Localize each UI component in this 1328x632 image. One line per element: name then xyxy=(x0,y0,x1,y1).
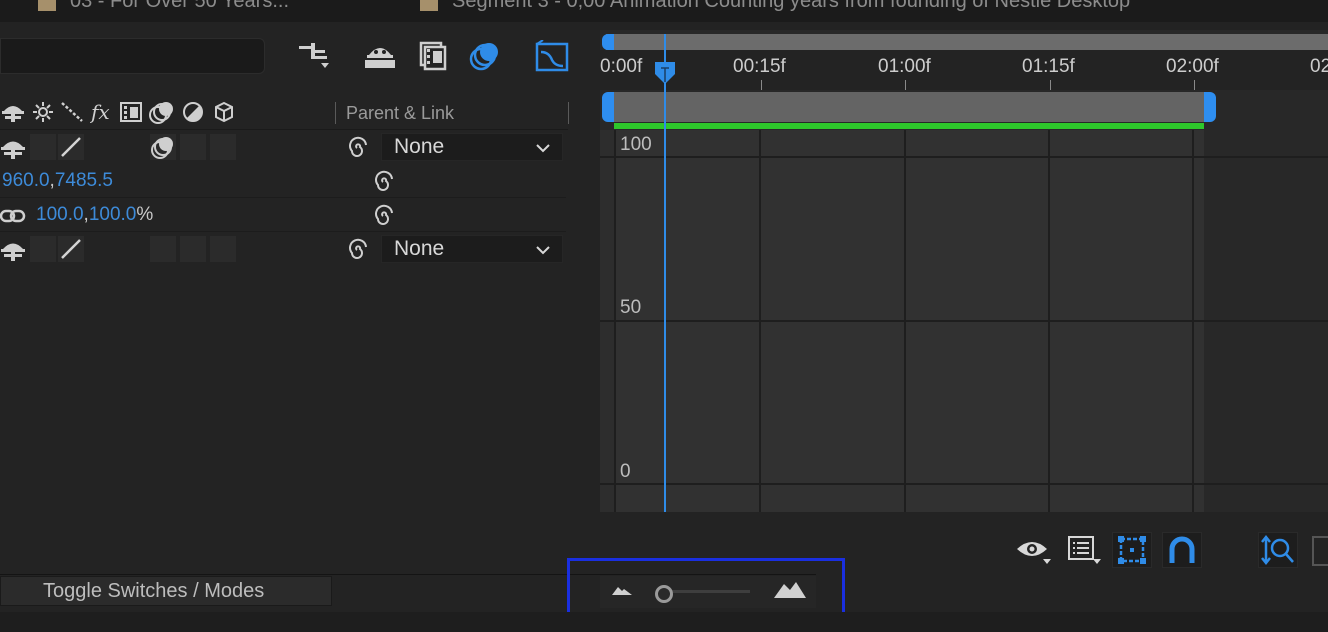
comp-tab-1-label: 03 - For Over 50 Years... xyxy=(70,0,289,12)
parent-dropdown[interactable]: None xyxy=(381,133,563,161)
layer-search-input[interactable] xyxy=(0,38,265,74)
switch-cell[interactable] xyxy=(30,236,56,262)
comp-tab-bar: 03 - For Over 50 Years... Segment 3 - 0,… xyxy=(0,0,1328,22)
ruler-tick-mark xyxy=(1050,80,1051,90)
shy-column-icon xyxy=(0,100,26,124)
switch-cell[interactable] xyxy=(180,134,206,160)
motion-blur-column-icon xyxy=(148,100,176,124)
layer-in-point-handle[interactable] xyxy=(602,92,614,122)
position-x-value[interactable]: 960.0 xyxy=(2,170,50,192)
quality-icon xyxy=(60,100,84,124)
ruler-tick-mark xyxy=(1194,80,1195,90)
current-time-indicator-line[interactable] xyxy=(664,34,666,512)
svg-text:fx: fx xyxy=(90,101,110,123)
ruler-tick-label: 02 xyxy=(1310,56,1328,77)
ruler-tick-label: 01:00f xyxy=(878,56,931,77)
scale-value[interactable]: 100.0 , 100.0 % xyxy=(36,204,153,226)
scale-x-value[interactable]: 100.0 xyxy=(36,204,84,226)
switch-cell[interactable] xyxy=(150,236,176,262)
parent-dropdown-value: None xyxy=(394,135,445,158)
composition-icon xyxy=(420,0,438,11)
column-divider xyxy=(568,102,569,124)
shy-switch-icon[interactable] xyxy=(0,238,26,267)
ruler-tick-label: 01:15f xyxy=(1022,56,1075,77)
frame-blending-icon[interactable] xyxy=(414,40,450,72)
adjustment-layer-icon xyxy=(180,100,206,124)
switch-cell[interactable] xyxy=(30,134,56,160)
parent-link-header[interactable]: Parent & Link xyxy=(346,103,454,124)
render-status-bar xyxy=(614,123,1204,129)
effects-column-icon: fx xyxy=(90,100,116,124)
y-axis-label: 0 xyxy=(620,461,631,482)
layer-out-point-handle[interactable] xyxy=(1204,92,1216,122)
switch-cell[interactable] xyxy=(210,134,236,160)
position-y-value[interactable]: 7485.5 xyxy=(55,170,113,192)
y-axis-label: 100 xyxy=(620,134,652,155)
parent-dropdown-value: None xyxy=(394,237,445,260)
snap-icon[interactable] xyxy=(1162,532,1202,568)
eye-icon[interactable] xyxy=(1014,532,1054,568)
shy-switch-icon[interactable] xyxy=(0,136,26,165)
list-options-icon[interactable] xyxy=(1064,532,1104,568)
ruler-tick-label: 02:00f xyxy=(1166,56,1219,77)
layer-column-header xyxy=(0,96,568,130)
quality-switch[interactable] xyxy=(58,134,84,160)
graph-editor-icon[interactable] xyxy=(534,40,570,72)
pickwhip-icon[interactable] xyxy=(344,238,370,267)
highlight-box xyxy=(567,558,845,620)
comp-tab-1[interactable]: 03 - For Over 50 Years... xyxy=(38,0,289,13)
graph-tool-partial[interactable] xyxy=(1312,536,1328,566)
work-area-start-handle[interactable] xyxy=(602,34,614,50)
ruler-tick-mark xyxy=(905,80,906,90)
frame-blend-column-icon xyxy=(118,100,144,124)
chevron-down-icon xyxy=(536,237,550,261)
scale-y-value[interactable]: 100.0 xyxy=(89,204,137,226)
3d-layer-icon xyxy=(212,100,236,124)
scale-unit: % xyxy=(136,204,154,225)
constrain-proportions-link-icon[interactable] xyxy=(0,206,26,231)
bottom-status-strip xyxy=(0,612,1328,632)
switch-cell[interactable] xyxy=(210,236,236,262)
collapse-transform-icon xyxy=(32,100,54,124)
ruler-tick-mark xyxy=(761,80,762,90)
pickwhip-icon[interactable] xyxy=(370,170,396,199)
position-value[interactable]: 960.0 , 7485.5 xyxy=(2,170,113,192)
layer-duration-bar[interactable] xyxy=(610,92,1210,122)
grid-line xyxy=(600,320,1328,322)
composition-icon xyxy=(38,0,56,11)
pickwhip-icon[interactable] xyxy=(344,136,370,165)
comp-tab-2[interactable]: Segment 3 - 0,00 Animation Counting year… xyxy=(420,0,1130,13)
motion-blur-icon[interactable] xyxy=(466,40,502,72)
current-time-indicator-icon[interactable] xyxy=(653,62,677,84)
pickwhip-icon[interactable] xyxy=(370,204,396,233)
grid-line xyxy=(600,156,1328,158)
shy-icon[interactable] xyxy=(362,40,398,72)
work-area-bar[interactable] xyxy=(606,34,1328,50)
y-axis-label: 50 xyxy=(620,297,642,318)
chevron-down-icon xyxy=(536,135,550,159)
ruler-tick-label: 0:00f xyxy=(600,56,643,77)
quality-switch[interactable] xyxy=(58,236,84,262)
transform-box-icon[interactable] xyxy=(1112,532,1152,568)
switch-cell[interactable] xyxy=(180,236,206,262)
motion-blur-switch[interactable] xyxy=(150,134,176,160)
comp-flowchart-icon[interactable] xyxy=(296,40,332,72)
parent-dropdown[interactable]: None xyxy=(381,235,563,263)
comp-tab-2-label: Segment 3 - 0,00 Animation Counting year… xyxy=(452,0,1131,12)
toggle-switches-modes-button[interactable]: Toggle Switches / Modes xyxy=(0,576,332,606)
grid-line xyxy=(600,483,1328,485)
ruler-tick-label: 00:15f xyxy=(733,56,786,77)
auto-zoom-icon[interactable] xyxy=(1258,532,1298,568)
column-divider xyxy=(335,102,336,124)
